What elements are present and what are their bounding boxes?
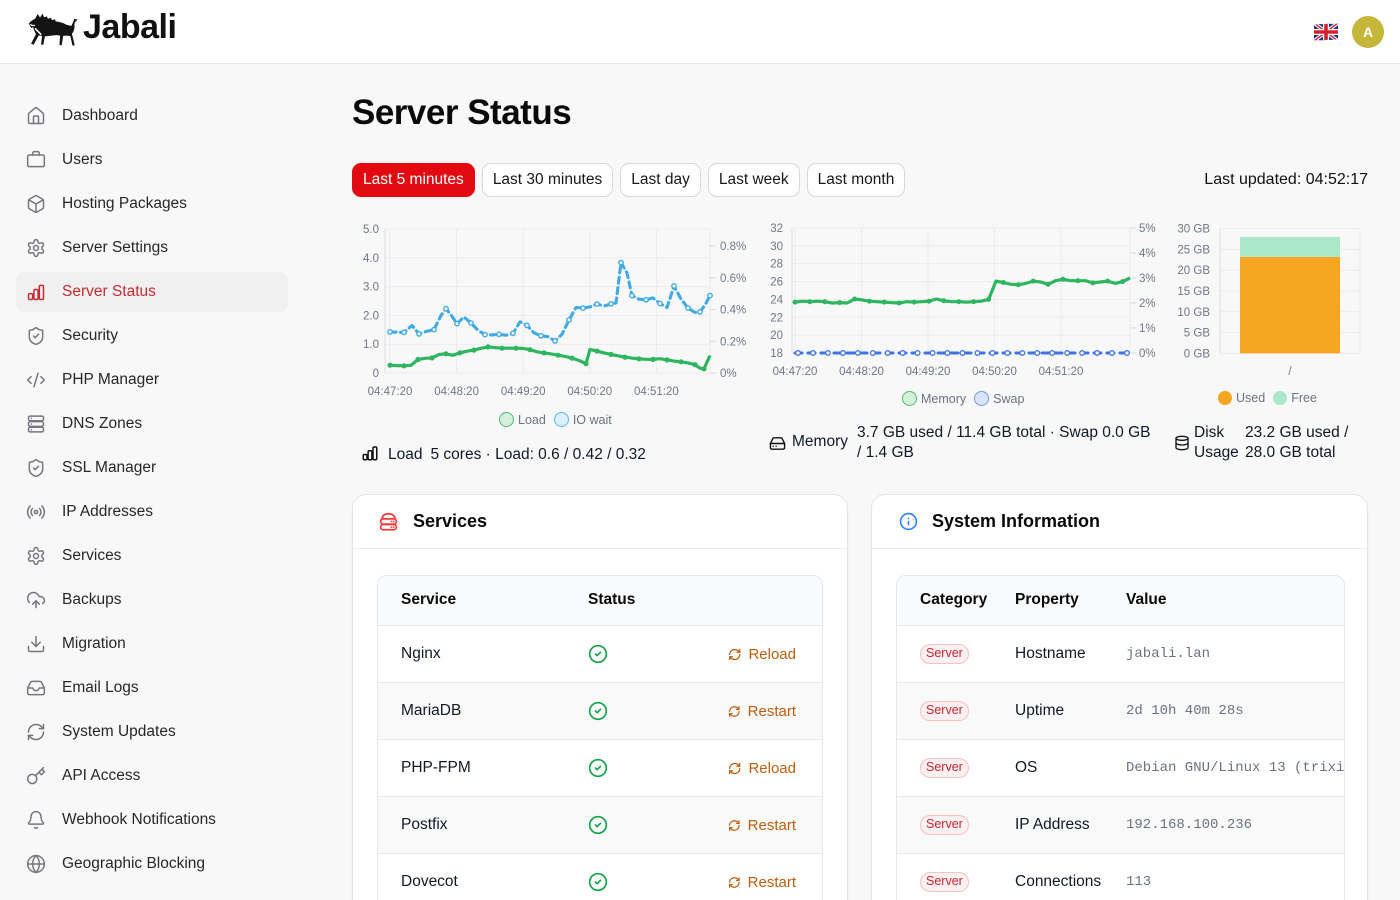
svg-text:1.0: 1.0 (363, 339, 379, 351)
svg-text:25 GB: 25 GB (1177, 244, 1210, 256)
svg-text:0.8%: 0.8% (720, 241, 746, 253)
svg-text:/: / (1288, 366, 1292, 378)
svg-text:2%: 2% (1139, 298, 1156, 310)
svg-text:04:47:20: 04:47:20 (368, 386, 413, 398)
svg-text:0: 0 (373, 368, 379, 380)
svg-text:04:48:20: 04:48:20 (839, 366, 884, 378)
svg-text:0.2%: 0.2% (720, 336, 746, 348)
svg-text:0%: 0% (1139, 348, 1156, 360)
svg-text:28: 28 (770, 259, 783, 271)
svg-text:32: 32 (770, 223, 783, 235)
svg-text:04:49:20: 04:49:20 (906, 366, 951, 378)
svg-text:04:47:20: 04:47:20 (773, 366, 818, 378)
svg-text:04:51:20: 04:51:20 (1039, 366, 1084, 378)
svg-text:3.0: 3.0 (363, 282, 379, 294)
svg-text:20: 20 (770, 330, 783, 342)
svg-text:04:48:20: 04:48:20 (434, 386, 479, 398)
svg-text:30 GB: 30 GB (1177, 224, 1210, 236)
svg-text:04:51:20: 04:51:20 (634, 386, 679, 398)
svg-text:15 GB: 15 GB (1177, 286, 1210, 298)
svg-text:0%: 0% (720, 368, 737, 380)
svg-text:5.0: 5.0 (363, 224, 379, 236)
svg-text:26: 26 (770, 277, 783, 289)
svg-text:18: 18 (770, 348, 783, 360)
svg-text:30: 30 (770, 241, 783, 253)
svg-text:0.4%: 0.4% (720, 305, 746, 317)
svg-text:4.0: 4.0 (363, 253, 379, 265)
svg-text:0.6%: 0.6% (720, 273, 746, 285)
svg-text:3%: 3% (1139, 273, 1156, 285)
svg-text:10 GB: 10 GB (1177, 307, 1210, 319)
svg-text:5 GB: 5 GB (1184, 328, 1211, 340)
svg-text:20 GB: 20 GB (1177, 265, 1210, 277)
svg-text:04:49:20: 04:49:20 (501, 386, 546, 398)
svg-text:4%: 4% (1139, 248, 1156, 260)
svg-text:2.0: 2.0 (363, 310, 379, 322)
svg-text:0 GB: 0 GB (1184, 348, 1211, 360)
svg-text:24: 24 (770, 294, 783, 306)
svg-text:22: 22 (770, 312, 783, 324)
svg-text:1%: 1% (1139, 323, 1156, 335)
svg-text:5%: 5% (1139, 223, 1156, 235)
svg-text:04:50:20: 04:50:20 (567, 386, 612, 398)
svg-text:04:50:20: 04:50:20 (972, 366, 1017, 378)
